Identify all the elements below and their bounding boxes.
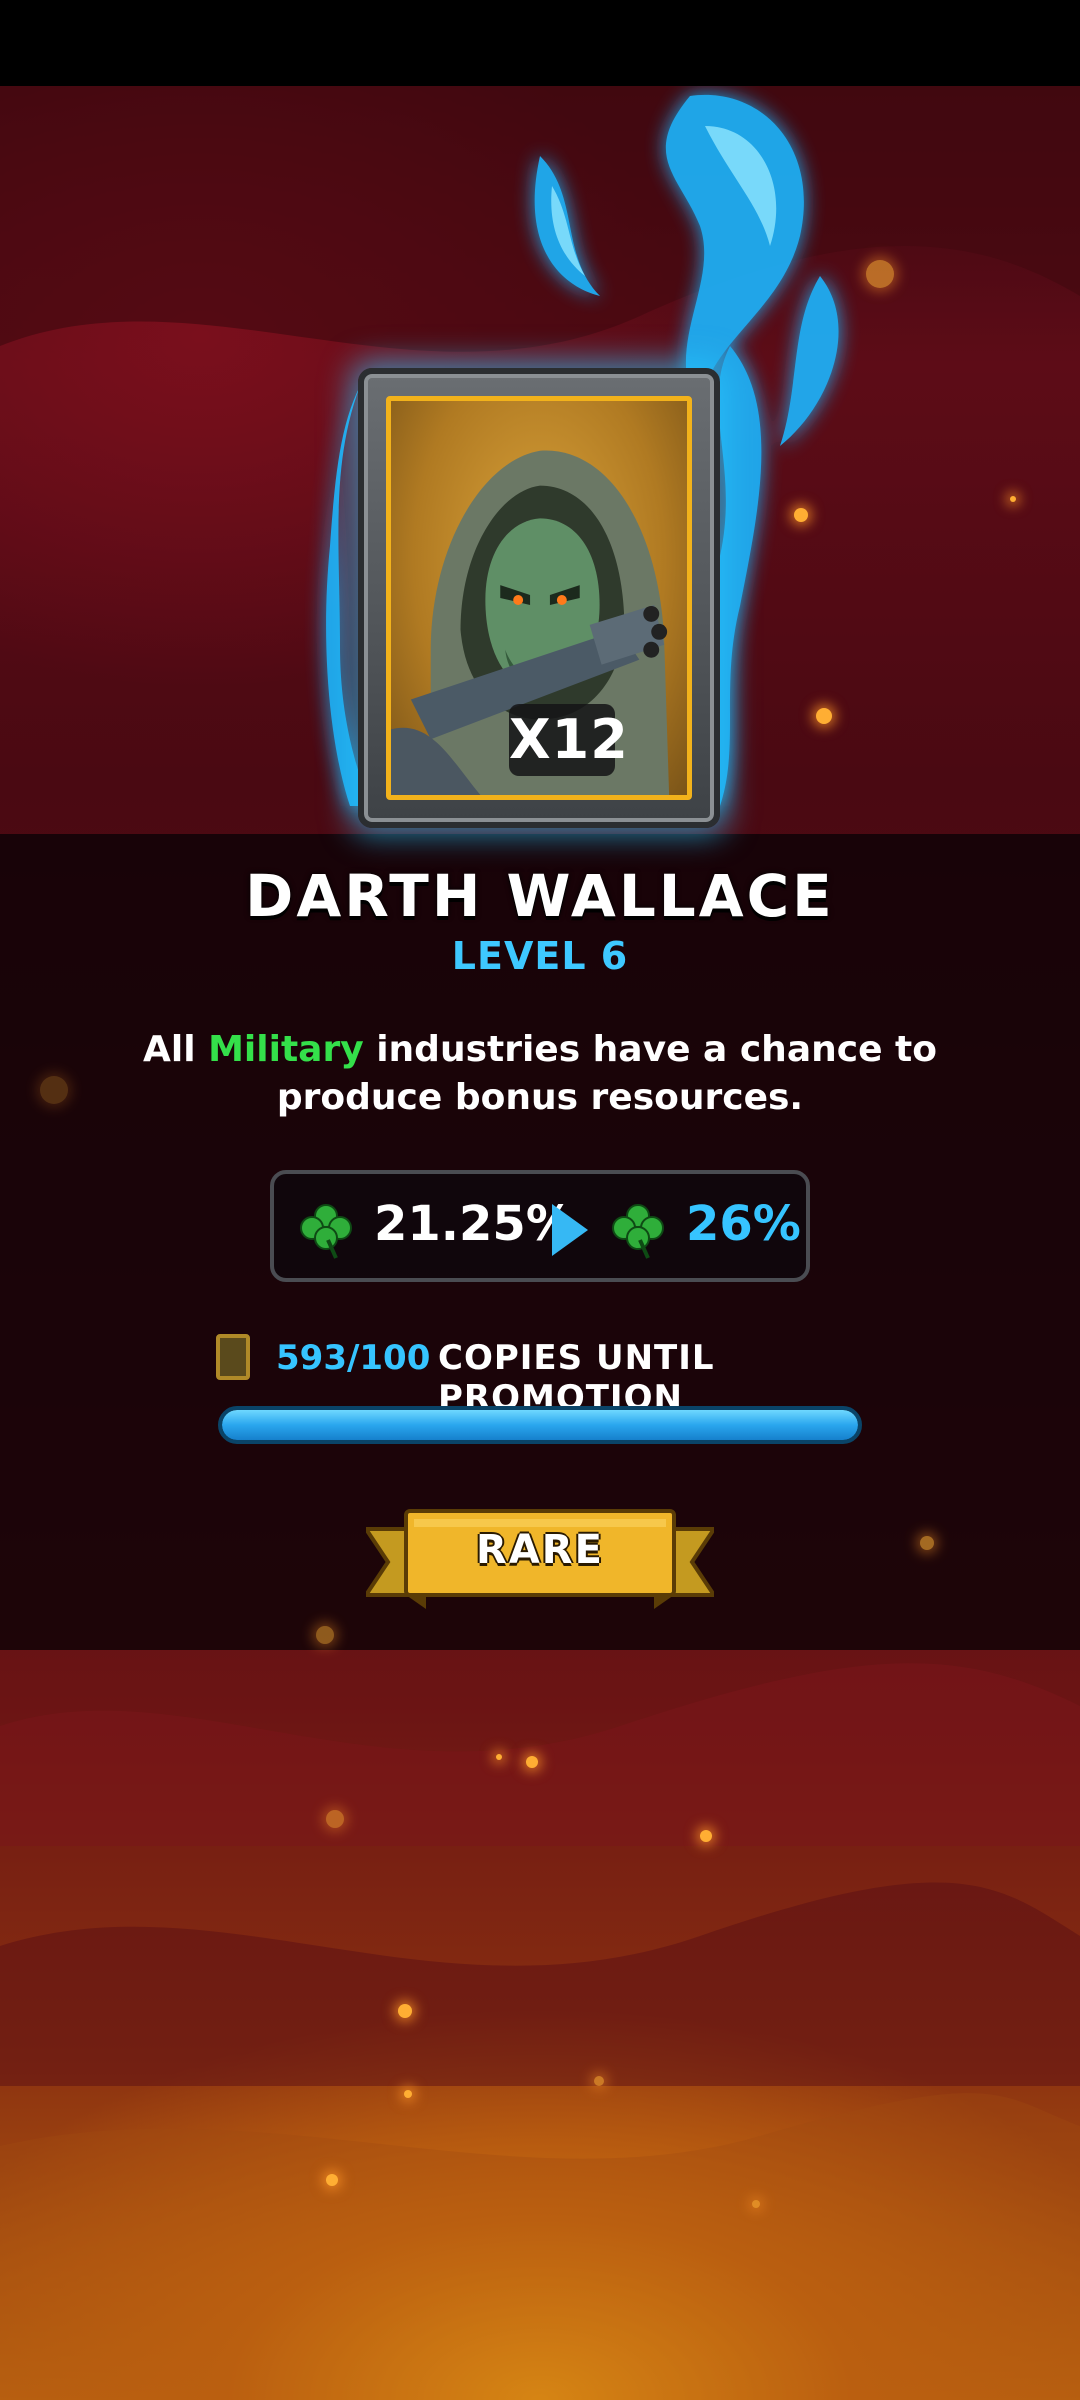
card-copies-icon [216, 1334, 250, 1380]
ember-particle [326, 2174, 338, 2186]
hero-card[interactable]: X12 [358, 368, 720, 828]
ember-particle [404, 2090, 412, 2098]
rarity-label: RARE [476, 1527, 604, 1573]
promotion-progress-bar [218, 1406, 862, 1444]
ember-particle [496, 1754, 502, 1760]
ember-particle [752, 2200, 760, 2208]
promotion-row: 593/100 COPIES UNTIL PROMOTION [216, 1334, 916, 1418]
ember-particle [40, 1076, 68, 1104]
ability-highlight: Military [208, 1029, 364, 1070]
ability-suffix: industries have a chance to produce bonu… [276, 1029, 937, 1118]
card-count-badge: X12 [509, 704, 628, 776]
status-bar [0, 0, 1080, 86]
ember-particle [526, 1756, 538, 1768]
ember-particle [700, 1830, 712, 1842]
hero-portrait-frame: X12 [386, 396, 692, 800]
ember-particle [316, 1626, 334, 1644]
ember-particle [326, 1810, 344, 1828]
ember-particle [594, 2076, 604, 2086]
hero-level: LEVEL 6 [451, 934, 629, 978]
promotion-progress-fill [222, 1410, 858, 1440]
stat-comparison: 21.25% 26% [270, 1170, 810, 1282]
clover-icon [612, 1204, 664, 1259]
hero-name: DARTH WALLACE [245, 862, 835, 930]
stat-current-value: 21.25% [374, 1196, 574, 1252]
clover-icon [300, 1204, 352, 1259]
stat-next-value: 26% [686, 1196, 801, 1252]
copies-count: 593/100 [276, 1338, 431, 1378]
ability-prefix: All [143, 1029, 209, 1070]
ability-description: All Military industries have a chance to… [140, 1026, 940, 1122]
ember-particle [398, 2004, 412, 2018]
play-arrow-icon [552, 1204, 588, 1256]
